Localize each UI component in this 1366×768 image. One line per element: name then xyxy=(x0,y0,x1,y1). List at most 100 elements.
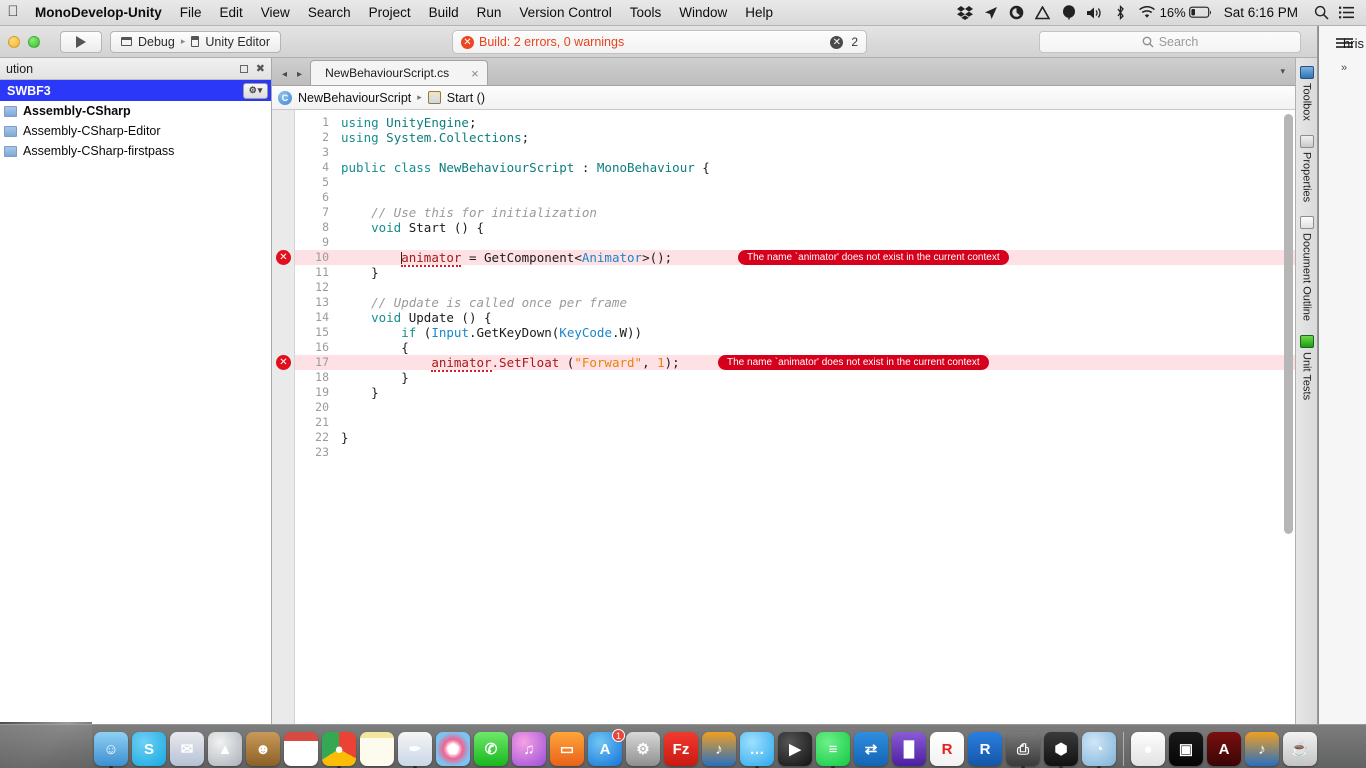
apple-menu-icon[interactable]:  xyxy=(0,4,26,21)
run-button[interactable] xyxy=(60,30,102,53)
zoom-button[interactable] xyxy=(28,35,40,48)
code-line-11: } xyxy=(341,265,379,280)
dock-item-messages[interactable]: … xyxy=(740,732,774,768)
dock-item-notes[interactable] xyxy=(360,732,394,766)
dock-item-mail[interactable]: ✉ xyxy=(170,732,204,766)
dock-item-downloads-folder[interactable]: ▣ xyxy=(1169,732,1203,766)
project-row-assembly-csharp[interactable]: Assembly-CSharp xyxy=(0,101,271,121)
spotlight-search-icon[interactable] xyxy=(1308,0,1334,26)
menu-view[interactable]: View xyxy=(252,0,299,26)
tab-overflow-chevron-icon[interactable]: ▾ xyxy=(1280,66,1285,77)
menu-edit[interactable]: Edit xyxy=(211,0,252,26)
battery-icon[interactable] xyxy=(1188,0,1214,26)
project-row-assembly-csharp-firstpass[interactable]: Assembly-CSharp-firstpass xyxy=(0,141,271,161)
dock-item-contacts[interactable]: ☻ xyxy=(246,732,280,766)
close-pad-icon[interactable]: ✖ xyxy=(256,62,265,75)
solution-options-button[interactable]: ⚙ ▾ xyxy=(243,82,268,99)
menu-clock[interactable]: Sat 6:16 PM xyxy=(1214,5,1308,20)
solution-root-row[interactable]: SWBF3 ⚙ ▾ xyxy=(0,80,271,101)
error-count-text: 2 xyxy=(851,35,858,49)
dropbox-icon[interactable] xyxy=(952,0,978,26)
dock-item-unity[interactable]: ⬢ xyxy=(1044,732,1078,768)
menu-run[interactable]: Run xyxy=(468,0,511,26)
error-count-icon: ✕ xyxy=(830,35,844,49)
expand-chevron-icon[interactable]: » xyxy=(1322,62,1366,74)
menu-help[interactable]: Help xyxy=(736,0,782,26)
tab-newbehaviourscript[interactable]: NewBehaviourScript.cs × xyxy=(310,60,488,85)
close-icon[interactable]: × xyxy=(471,66,479,81)
location-arrow-icon[interactable] xyxy=(978,0,1004,26)
dock-item-ibooks[interactable]: ▭ xyxy=(550,732,584,766)
menu-file[interactable]: File xyxy=(171,0,211,26)
menu-project[interactable]: Project xyxy=(360,0,420,26)
dock-tab-properties[interactable]: Properties xyxy=(1299,131,1314,206)
code-editor[interactable]: ✕ ✕ 1 2 3 4 5 6 7 8 9 10 11 12 13 14 15 … xyxy=(272,110,1295,724)
error-marker-icon-line17[interactable]: ✕ xyxy=(276,355,291,370)
dock-item-chrome[interactable]: ● xyxy=(322,732,356,768)
dock-tab-document-outline[interactable]: Document Outline xyxy=(1299,212,1314,325)
line-number: 19 xyxy=(315,385,329,399)
dock-item-teamviewer[interactable]: ⇄ xyxy=(854,732,888,766)
dock-item-audacity[interactable]: ♪ xyxy=(702,732,736,766)
dock-item-trash[interactable]: ☕ xyxy=(1283,732,1317,766)
screen:  MonoDevelop-Unity File Edit View Searc… xyxy=(0,0,1366,768)
dock-item-calendar[interactable]: 12 xyxy=(284,732,318,766)
dock-separator xyxy=(1123,732,1124,766)
minimize-pad-icon[interactable] xyxy=(239,64,248,73)
nav-forward-icon[interactable]: ▸ xyxy=(297,69,302,80)
dock-item-launchpad[interactable]: ▲ xyxy=(208,732,242,766)
dock-item-filezilla[interactable]: Fz xyxy=(664,732,698,766)
configuration-selector[interactable]: Debug ▸ Unity Editor xyxy=(110,30,281,53)
build-status-bar[interactable]: ✕ Build: 2 errors, 0 warnings ✕ 2 xyxy=(452,30,867,54)
dock-item-photos[interactable]: ✿ xyxy=(436,732,470,766)
project-row-assembly-csharp-editor[interactable]: Assembly-CSharp-Editor xyxy=(0,121,271,141)
marker-gutter[interactable]: ✕ ✕ xyxy=(272,110,295,724)
dock-item-app-store[interactable]: A1 xyxy=(588,729,625,766)
dock-item-roblox-studio[interactable]: R xyxy=(930,732,964,766)
minimize-button[interactable] xyxy=(8,35,20,48)
notification-center-icon[interactable] xyxy=(1334,0,1360,26)
dock-item-audacity-file[interactable]: ♪ xyxy=(1245,732,1279,766)
wifi-icon[interactable] xyxy=(1134,0,1160,26)
dock-tab-toolbox[interactable]: Toolbox xyxy=(1299,62,1314,125)
dock-item-system-preferences[interactable]: ⚙ xyxy=(626,732,660,766)
dock-item-spotify[interactable]: ≡ xyxy=(816,732,850,768)
volume-icon[interactable] xyxy=(1082,0,1108,26)
dock-item-preview[interactable]: ✒ xyxy=(398,732,432,768)
bluetooth-icon[interactable] xyxy=(1108,0,1134,26)
background-window[interactable]: » hris xyxy=(1318,26,1366,724)
search-input[interactable]: Search xyxy=(1039,31,1301,53)
dock-tab-unit-tests[interactable]: Unit Tests xyxy=(1299,331,1314,404)
dock-item-finder[interactable]: ☺ xyxy=(94,732,128,768)
nav-back-icon[interactable]: ◂ xyxy=(282,69,287,80)
menu-version-control[interactable]: Version Control xyxy=(510,0,620,26)
breadcrumb-class[interactable]: NewBehaviourScript xyxy=(298,91,411,105)
google-drive-icon[interactable] xyxy=(1030,0,1056,26)
menu-search[interactable]: Search xyxy=(299,0,360,26)
dock-item-chrome-document[interactable]: ● xyxy=(1131,732,1165,766)
dock-item-monodevelop[interactable]: ◔ xyxy=(1082,732,1116,768)
error-marker-icon-line10[interactable]: ✕ xyxy=(276,250,291,265)
dock-app-list: ☺ S ✉ ▲ ☻ 12 ● ✒ ✿ ✆ ♫ ▭ A 1 ⚙ Fz ♪… ▶ ≡ ⇄ █ R R ⎙ ⬢ ◔ xyxy=(92,729,1118,768)
dock-item-itunes[interactable]: ♫ xyxy=(512,732,546,766)
menu-window[interactable]: Window xyxy=(670,0,736,26)
code-text[interactable]: using UnityEngine; using System.Collecti… xyxy=(333,110,1295,724)
dock-item-skype[interactable]: S xyxy=(132,732,166,766)
error-tooltip-line17[interactable]: The name `animator' does not exist in th… xyxy=(718,355,989,370)
dock-item-acrobat-file[interactable]: A xyxy=(1207,732,1241,766)
dock-item-printer[interactable]: ⎙ xyxy=(1006,732,1040,768)
dock-item-facetime[interactable]: ✆ xyxy=(474,732,508,766)
breadcrumb-member[interactable]: Start () xyxy=(447,91,485,105)
balloon-icon[interactable] xyxy=(1056,0,1082,26)
dock-item-purple-app[interactable]: █ xyxy=(892,732,926,766)
dock-tab-label: Document Outline xyxy=(1300,233,1313,322)
dock-item-media-player[interactable]: ▶ xyxy=(778,732,812,766)
menu-app-name[interactable]: MonoDevelop-Unity xyxy=(26,0,171,26)
dock-item-roblox-player[interactable]: R xyxy=(968,732,1002,766)
menu-tools[interactable]: Tools xyxy=(621,0,671,26)
error-tooltip-line10[interactable]: The name `animator' does not exist in th… xyxy=(738,250,1009,265)
method-icon xyxy=(427,91,441,104)
record-icon[interactable] xyxy=(1004,0,1030,26)
menu-build[interactable]: Build xyxy=(420,0,468,26)
